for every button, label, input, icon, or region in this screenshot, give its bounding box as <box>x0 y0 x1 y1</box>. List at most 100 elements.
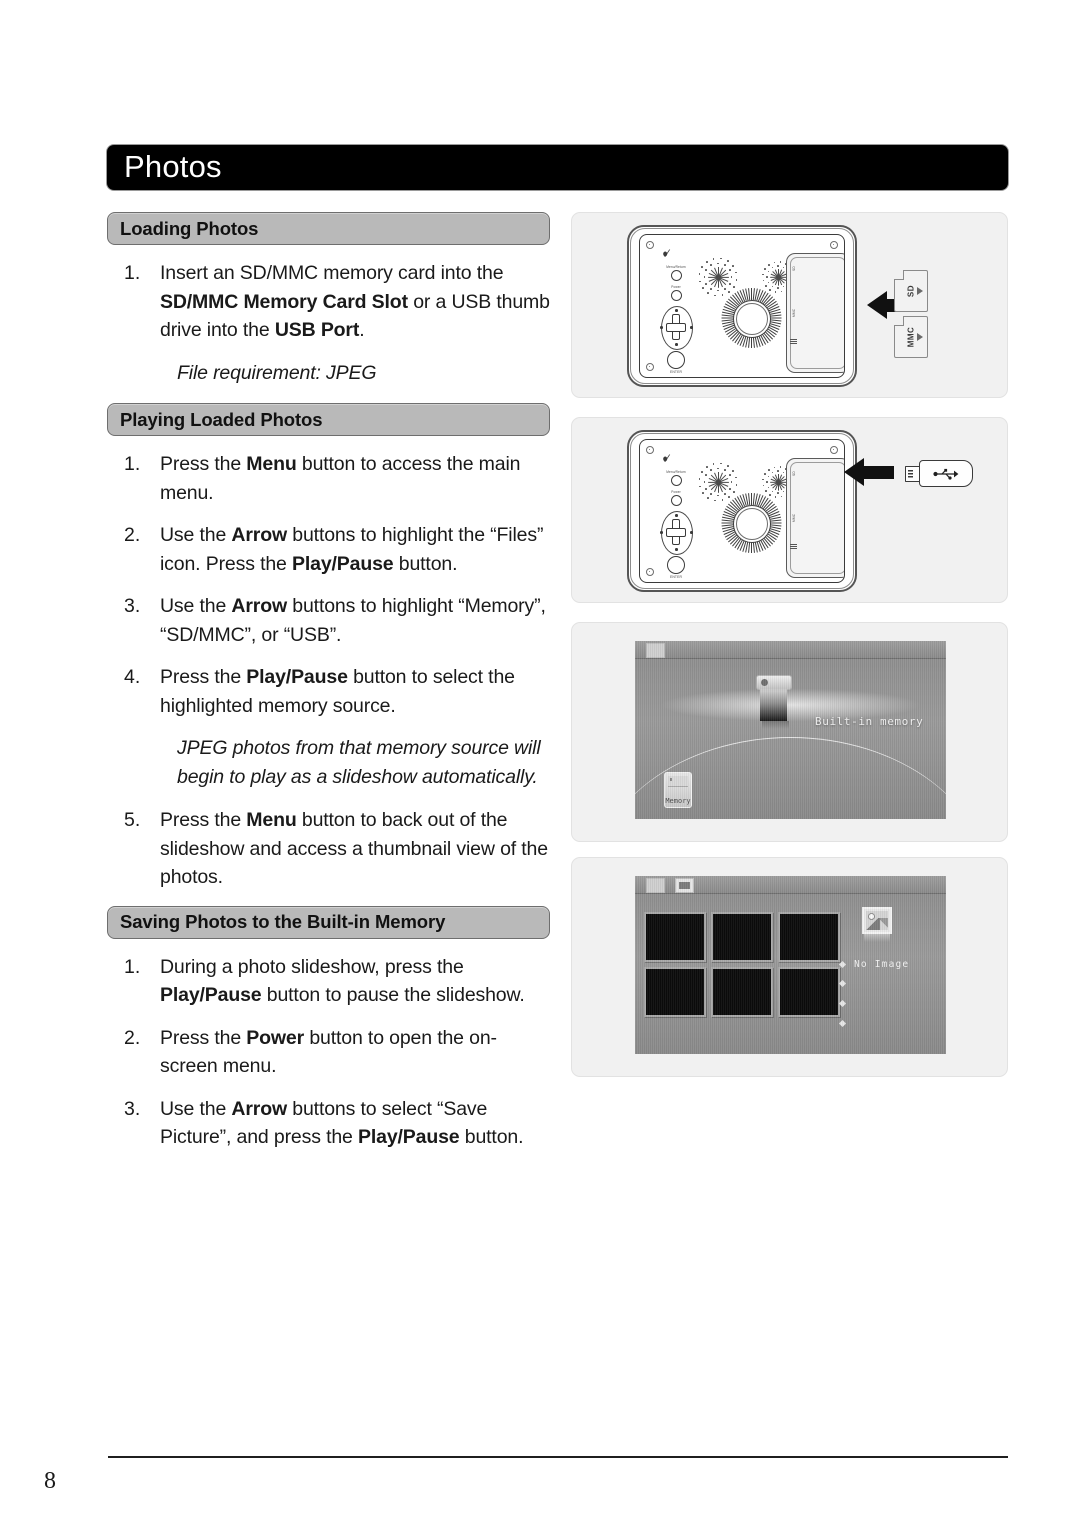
speaker-grille-icon <box>720 287 782 349</box>
device-illustration: ●⁄ Menu/Return Power ENTER SD MMC <box>627 225 857 387</box>
device-screen-memory-menu: Built-in memory Memory <box>635 641 946 819</box>
step-text: Press the Menu button to back out of the… <box>160 809 548 888</box>
thumbnail-cell[interactable] <box>711 912 773 962</box>
dpad-icon <box>656 305 696 350</box>
step-number: 5. <box>124 809 141 831</box>
memory-card-source-icon: Memory <box>664 772 692 808</box>
menu-button-icon <box>670 475 682 486</box>
no-image-label: No Image <box>854 959 910 970</box>
thumbnail-cell[interactable] <box>644 912 706 962</box>
enter-button-icon <box>667 556 685 574</box>
step-text: Insert an SD/MMC memory card into the SD… <box>160 262 550 341</box>
list-item: 3. Use the Arrow buttons to select “Save… <box>107 1095 550 1152</box>
usb-port-icon <box>790 544 797 549</box>
section-heading-label: Saving Photos to the Built-in Memory <box>120 911 446 932</box>
steps-list-playing-loaded-photos: 1. Press the Menu button to access the m… <box>107 450 550 720</box>
steps-list-saving-photos: 1. During a photo slideshow, press the P… <box>107 953 550 1152</box>
section-heading-saving-photos: Saving Photos to the Built-in Memory <box>107 905 550 939</box>
section-heading-label: Playing Loaded Photos <box>120 408 323 430</box>
sd-card-icon: SD <box>894 270 928 312</box>
power-button-icon <box>670 495 682 506</box>
page-title: Photos <box>124 149 222 184</box>
instructions-column: Loading Photos 1. Insert an SD/MMC memor… <box>107 212 550 1166</box>
section-heading-label: Loading Photos <box>120 217 259 239</box>
mmc-card-icon: MMC <box>894 316 928 358</box>
illustration-panel-sd-card: ●⁄ Menu/Return Power ENTER SD MMC SD MMC <box>571 212 1008 398</box>
usb-source-icon <box>754 675 792 727</box>
menu-button-label: Menu/Return <box>666 470 686 474</box>
list-item: 2. Press the Power button to open the on… <box>107 1024 550 1081</box>
section-heading-loading-photos: Loading Photos <box>107 212 550 245</box>
step-text: Press the Play/Pause button to select th… <box>160 666 515 717</box>
steps-list-loading-photos: 1. Insert an SD/MMC memory card into the… <box>107 259 550 345</box>
menu-selected-label: Built-in memory <box>815 715 924 728</box>
topbar-tile-icon <box>646 643 665 658</box>
power-button-label: Power <box>671 285 681 289</box>
screw-icon <box>830 241 838 249</box>
illustration-panel-memory-menu: Built-in memory Memory <box>571 622 1008 842</box>
bullet-diamond-icon <box>838 960 847 969</box>
topbar-tile-icon <box>646 878 665 893</box>
mmc-card-label: MMC <box>906 326 916 348</box>
step-number: 1. <box>124 955 141 978</box>
section-heading-playing-loaded-photos: Playing Loaded Photos <box>107 403 550 436</box>
speaker-grille-icon <box>720 492 782 554</box>
bullet-diamond-icon <box>838 979 847 988</box>
device-control-column: Menu/Return Power ENTER <box>656 265 696 374</box>
page-number: 8 <box>44 1468 56 1494</box>
screw-icon <box>830 446 838 454</box>
enter-button-label: ENTER <box>670 575 682 579</box>
device-screen-thumbnails: No Image <box>635 876 946 1054</box>
screw-icon <box>646 446 654 454</box>
steps-list-playing-loaded-photos-cont: 5. Press the Menu button to back out of … <box>107 806 550 892</box>
device-illustration: ●⁄ Menu/Return Power ENTER SD MMC <box>627 430 857 592</box>
step-text: Use the Arrow buttons to select “Save Pi… <box>160 1097 524 1149</box>
step-number: 4. <box>124 666 141 688</box>
slot-label-mmc: MMC <box>792 513 796 522</box>
list-item: 1. Insert an SD/MMC memory card into the… <box>107 259 550 345</box>
dpad-icon <box>656 510 696 555</box>
illustration-panel-thumbnail-view: No Image <box>571 857 1008 1077</box>
list-item: 5. Press the Menu button to back out of … <box>107 806 550 892</box>
usb-source-icon-reflection <box>762 721 800 729</box>
step-text: During a photo slideshow, press the Play… <box>160 955 525 1007</box>
note-slideshow-automatic: JPEG photos from that memory source will… <box>177 737 541 788</box>
step-text: Use the Arrow buttons to highlight the “… <box>160 524 544 575</box>
step-text: Press the Power button to open the on-sc… <box>160 1026 497 1078</box>
topbar-photo-tile-icon <box>675 878 694 893</box>
screen-topbar <box>635 641 946 659</box>
chapter-header-bar: Photos <box>107 145 1008 190</box>
usb-trident-icon <box>933 468 959 480</box>
bullet-diamond-icon <box>838 999 847 1008</box>
enter-button-icon <box>667 351 685 369</box>
slot-label-mmc: MMC <box>792 308 796 317</box>
menu-button-icon <box>670 270 682 281</box>
illustration-panel-usb-drive: ●⁄ Menu/Return Power ENTER SD MMC <box>571 417 1008 603</box>
thumbnail-cell[interactable] <box>778 912 840 962</box>
screw-icon <box>646 363 654 371</box>
note-file-requirement: File requirement: JPEG <box>177 361 377 384</box>
usb-port-icon <box>790 339 797 344</box>
list-item: 2. Use the Arrow buttons to highlight th… <box>107 521 550 578</box>
enter-button-label: ENTER <box>670 370 682 374</box>
step-text: Press the Menu button to access the main… <box>160 453 521 504</box>
memory-card-source-label: Memory <box>665 797 691 805</box>
menu-button-label: Menu/Return <box>666 265 686 269</box>
step-number: 2. <box>124 1026 141 1049</box>
thumbnail-grid <box>644 912 844 1017</box>
bullet-diamond-icon <box>838 1019 847 1028</box>
step-number: 1. <box>124 453 141 475</box>
screen-topbar <box>635 876 946 894</box>
power-button-icon <box>670 290 682 301</box>
insert-direction-arrow-icon <box>844 458 894 486</box>
screw-icon <box>646 241 654 249</box>
footer-divider <box>108 1456 1008 1458</box>
no-image-status: No Image <box>838 959 910 970</box>
thumbnail-cell[interactable] <box>711 967 773 1017</box>
thumbnail-cell[interactable] <box>644 967 706 1017</box>
list-item: 1. During a photo slideshow, press the P… <box>107 953 550 1010</box>
list-item: 3. Use the Arrow buttons to highlight “M… <box>107 592 550 649</box>
thumbnail-cell[interactable] <box>778 967 840 1017</box>
manual-page: Photos Loading Photos 1. Insert an SD/MM… <box>0 0 1080 1532</box>
screw-icon <box>646 568 654 576</box>
